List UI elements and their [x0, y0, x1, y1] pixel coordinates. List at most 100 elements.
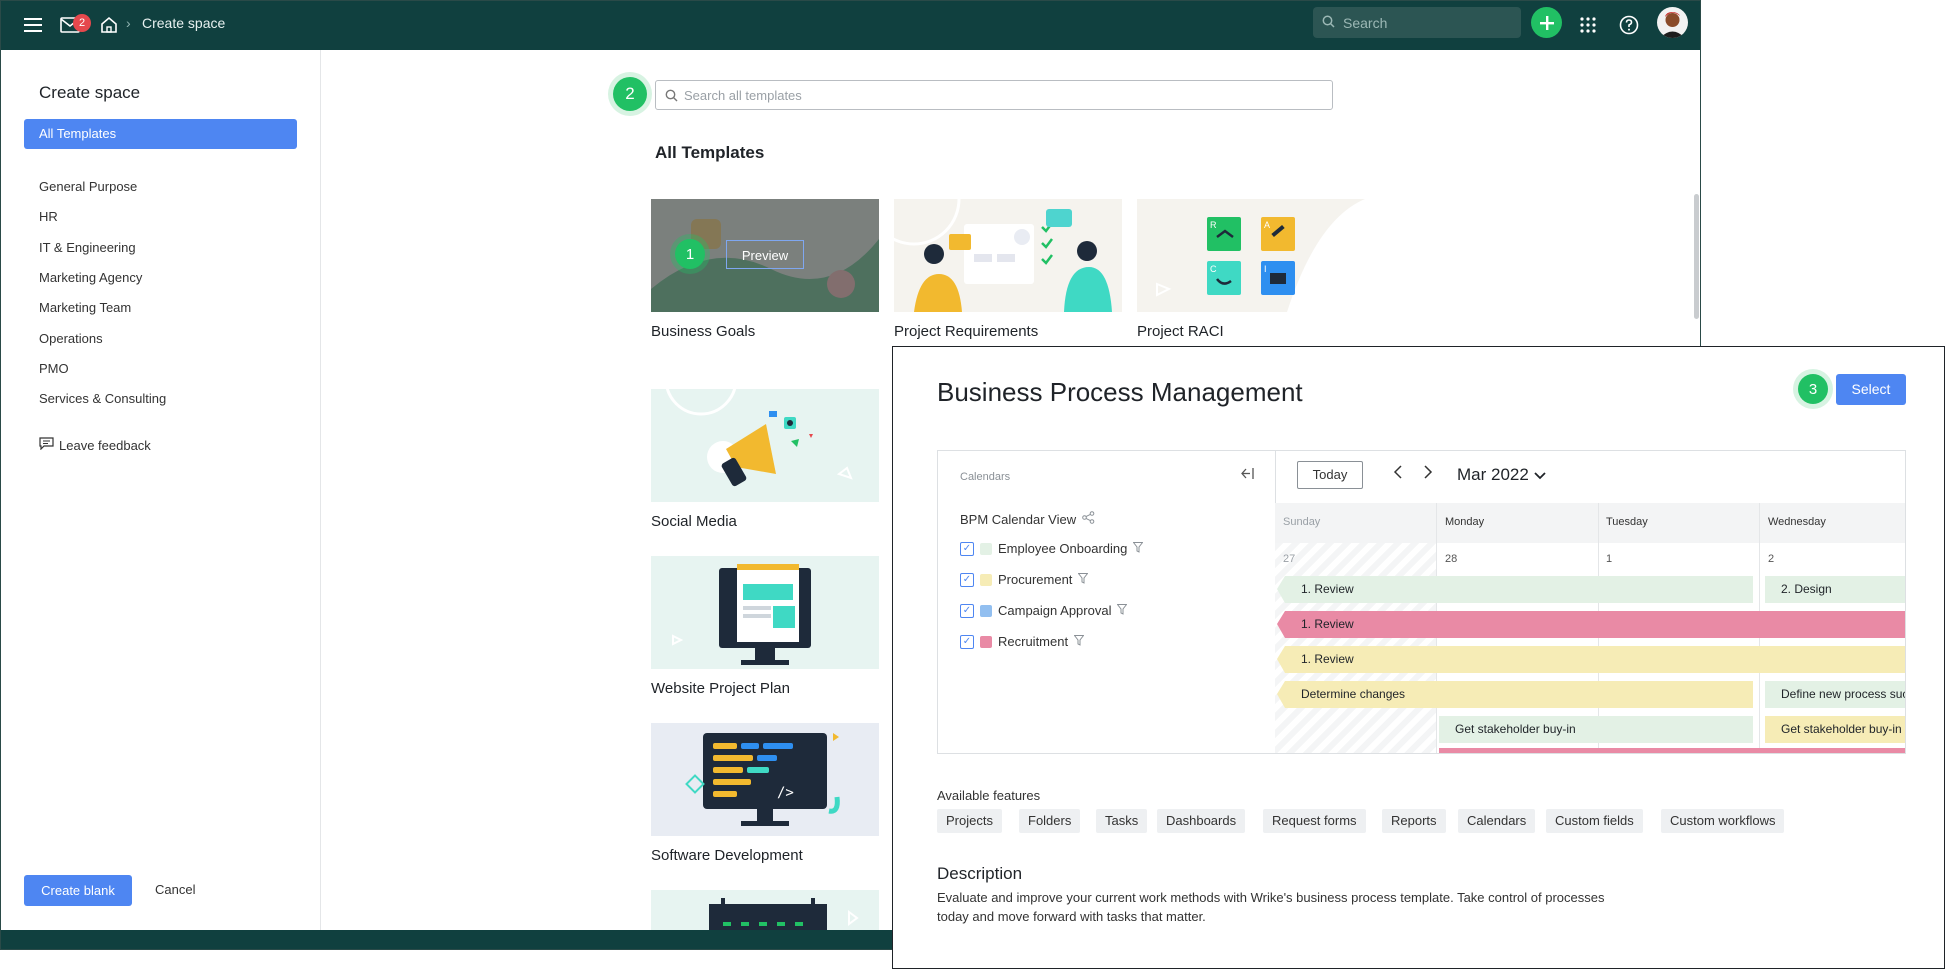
- template-card-label[interactable]: Social Media: [651, 513, 737, 530]
- svg-text:A: A: [1264, 220, 1270, 230]
- menu-icon[interactable]: [19, 11, 47, 39]
- feature-chip: Folders: [1019, 809, 1081, 833]
- feature-chip: Tasks: [1096, 809, 1148, 833]
- filter-icon[interactable]: [1116, 603, 1128, 618]
- month-selector[interactable]: Mar 2022: [1457, 465, 1546, 485]
- event-tail: [1277, 681, 1285, 708]
- chevron-right-icon[interactable]: [1423, 465, 1433, 484]
- template-card-label[interactable]: Project RACI: [1137, 323, 1224, 340]
- description-title: Description: [937, 864, 1023, 883]
- software-dev-illustration: />: [651, 723, 879, 836]
- add-button[interactable]: [1531, 7, 1562, 38]
- calendar-item[interactable]: ✓ Recruitment: [960, 634, 1085, 649]
- leave-feedback-link[interactable]: Leave feedback: [39, 437, 151, 453]
- website-plan-illustration: [651, 556, 879, 669]
- date-number: 2: [1768, 553, 1775, 565]
- sidebar-item-general-purpose[interactable]: General Purpose: [39, 179, 137, 194]
- sidebar-item-operations[interactable]: Operations: [39, 331, 103, 346]
- help-icon[interactable]: [1615, 11, 1643, 39]
- template-search-placeholder: Search all templates: [684, 88, 802, 103]
- feedback-label: Leave feedback: [59, 437, 151, 453]
- event-bar[interactable]: 2. Design: [1765, 576, 1905, 603]
- template-card-label[interactable]: Software Development: [651, 847, 803, 864]
- template-card-label[interactable]: Website Project Plan: [651, 680, 790, 697]
- description-text: Evaluate and improve your current work m…: [937, 890, 1605, 924]
- section-title: All Templates: [655, 143, 765, 162]
- step-marker-3: 3: [1798, 374, 1828, 404]
- event-bar-partial[interactable]: [1439, 748, 1905, 753]
- feedback-icon: [39, 437, 54, 453]
- create-blank-button[interactable]: Create blank: [24, 875, 132, 906]
- filter-icon[interactable]: [1132, 541, 1144, 556]
- search-icon: [1322, 15, 1335, 33]
- template-search-input[interactable]: Search all templates: [655, 80, 1333, 110]
- event-bar[interactable]: Get stakeholder buy-in: [1765, 716, 1905, 743]
- calendar-item-label: Procurement: [998, 572, 1073, 587]
- feature-chip: Reports: [1382, 809, 1446, 833]
- top-bar: 2 › Create space Search: [1, 1, 1700, 50]
- event-bar[interactable]: 1. Review: [1285, 611, 1905, 638]
- user-avatar[interactable]: [1657, 7, 1688, 38]
- sidebar-item-marketing-agency[interactable]: Marketing Agency: [39, 270, 142, 285]
- event-tail: [1277, 611, 1285, 638]
- svg-text:C: C: [1210, 264, 1217, 274]
- feature-chip: Request forms: [1263, 809, 1366, 833]
- calendar-item-label: Employee Onboarding: [998, 541, 1128, 556]
- template-card-business-goals[interactable]: 1 Preview: [651, 199, 879, 312]
- checkbox-checked[interactable]: ✓: [960, 603, 974, 618]
- event-bar[interactable]: 1. Review: [1285, 576, 1753, 603]
- view-name-label: BPM Calendar View: [960, 511, 1077, 527]
- calendar-view-name[interactable]: BPM Calendar View: [960, 511, 1095, 527]
- feature-chip: Projects: [937, 809, 1002, 833]
- calendar-item[interactable]: ✓ Employee Onboarding: [960, 541, 1144, 556]
- template-card-software-development[interactable]: />: [651, 723, 879, 836]
- date-number: 27: [1283, 553, 1296, 565]
- calendar-item[interactable]: ✓ Campaign Approval: [960, 603, 1128, 618]
- template-card-label[interactable]: Business Goals: [651, 323, 755, 340]
- template-card-project-raci[interactable]: R A C I: [1137, 199, 1365, 312]
- filter-icon[interactable]: [1077, 572, 1089, 587]
- color-swatch: [980, 542, 992, 555]
- feature-chip: Custom workflows: [1661, 809, 1785, 833]
- day-header: Sunday: [1283, 516, 1321, 528]
- search-placeholder: Search: [1343, 15, 1388, 31]
- template-card-social-media[interactable]: [651, 389, 879, 502]
- sidebar-item-it-engineering[interactable]: IT & Engineering: [39, 240, 136, 255]
- apps-grid-icon[interactable]: [1574, 11, 1602, 39]
- template-card-partial[interactable]: [651, 890, 879, 930]
- step-marker-2: 2: [613, 77, 647, 111]
- calendars-label: Calendars: [960, 471, 1011, 483]
- sidebar-item-pmo[interactable]: PMO: [39, 361, 69, 376]
- sidebar-item-hr[interactable]: HR: [39, 209, 58, 224]
- scrollbar[interactable]: [1694, 194, 1699, 319]
- sidebar-item-all-templates[interactable]: All Templates: [24, 119, 297, 149]
- filter-icon[interactable]: [1073, 634, 1085, 649]
- share-icon[interactable]: [1082, 511, 1095, 527]
- template-card-project-requirements[interactable]: [894, 199, 1122, 312]
- select-button[interactable]: Select: [1836, 374, 1906, 405]
- sidebar-item-services-consulting[interactable]: Services & Consulting: [39, 391, 166, 406]
- global-search-input[interactable]: Search: [1313, 7, 1521, 38]
- event-bar[interactable]: Determine changes: [1285, 681, 1753, 708]
- chevron-left-icon[interactable]: [1393, 465, 1403, 484]
- event-bar[interactable]: 1. Review: [1285, 646, 1905, 673]
- color-swatch: [980, 604, 992, 617]
- calendar-item[interactable]: ✓ Procurement: [960, 572, 1089, 587]
- checkbox-checked[interactable]: ✓: [960, 572, 974, 587]
- event-bar[interactable]: Get stakeholder buy-in: [1439, 716, 1753, 743]
- event-tail: [1277, 646, 1285, 673]
- sidebar-item-marketing-team[interactable]: Marketing Team: [39, 300, 131, 315]
- feature-chip: Custom fields: [1546, 809, 1643, 833]
- cancel-button[interactable]: Cancel: [155, 882, 195, 897]
- checkbox-checked[interactable]: ✓: [960, 541, 974, 556]
- template-card-website-project-plan[interactable]: [651, 556, 879, 669]
- event-bar[interactable]: Define new process suc: [1765, 681, 1905, 708]
- checkbox-checked[interactable]: ✓: [960, 634, 974, 649]
- collapse-panel-icon[interactable]: [1241, 467, 1254, 482]
- preview-button[interactable]: Preview: [726, 240, 804, 269]
- event-tail: [1277, 576, 1285, 603]
- template-card-label[interactable]: Project Requirements: [894, 323, 1038, 340]
- home-icon[interactable]: [95, 11, 123, 39]
- today-button[interactable]: Today: [1297, 461, 1363, 489]
- features-title: Available features: [937, 788, 1041, 803]
